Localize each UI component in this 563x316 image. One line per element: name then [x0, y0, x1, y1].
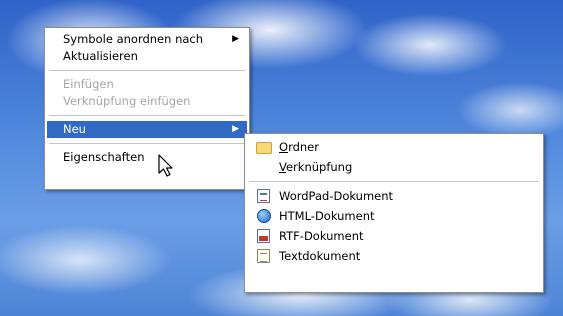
folder-icon — [256, 142, 272, 154]
text-document-icon — [257, 249, 270, 263]
menu-item-paste: Einfügen — [47, 76, 247, 93]
menu-item-properties[interactable]: Eigenschaften — [47, 149, 247, 166]
menu-item-label: erknüpfung — [285, 160, 353, 174]
new-submenu: Ordner Verknüpfung WordPad-Dokument HTML… — [244, 133, 544, 293]
menu-item-refresh[interactable]: Aktualisieren — [47, 48, 247, 65]
menu-item-label: Aktualisieren — [63, 49, 138, 63]
mouse-cursor-icon — [158, 154, 173, 177]
menu-item-label: Symbole anordnen nach — [63, 32, 204, 46]
submenu-item-folder[interactable]: Ordner — [247, 137, 541, 157]
menu-separator — [49, 70, 245, 71]
menu-item-paste-shortcut: Verknüpfung einfügen — [47, 93, 247, 110]
menu-item-label: rdner — [288, 140, 319, 154]
wordpad-document-icon — [257, 189, 270, 203]
menu-item-new[interactable]: Neu ▶ — [47, 121, 247, 138]
desktop-context-menu: Symbole anordnen nach ▶ Aktualisieren Ei… — [44, 27, 250, 190]
menu-item-label: HTML-Dokument — [279, 209, 375, 223]
menu-separator — [49, 143, 245, 144]
menu-item-mnemonic: O — [279, 140, 289, 154]
menu-separator — [49, 115, 245, 116]
submenu-item-wordpad-document[interactable]: WordPad-Dokument — [247, 186, 541, 206]
menu-item-label: Verknüpfung einfügen — [63, 94, 191, 108]
menu-item-label: Eigenschaften — [63, 150, 145, 164]
rtf-document-icon — [257, 229, 270, 243]
menu-item-label: Neu — [63, 122, 86, 136]
menu-item-mnemonic: V — [279, 160, 286, 174]
menu-item-label: RTF-Dokument — [279, 229, 364, 243]
html-document-icon — [257, 209, 271, 223]
submenu-arrow-icon: ▶ — [232, 124, 239, 134]
submenu-item-rtf-document[interactable]: RTF-Dokument — [247, 226, 541, 246]
submenu-arrow-icon: ▶ — [232, 34, 239, 44]
submenu-item-text-document[interactable]: Textdokument — [247, 246, 541, 266]
submenu-item-shortcut[interactable]: Verknüpfung — [247, 157, 541, 177]
menu-item-label: Textdokument — [279, 249, 361, 263]
menu-item-label: WordPad-Dokument — [279, 189, 394, 203]
menu-item-arrange-icons[interactable]: Symbole anordnen nach ▶ — [47, 31, 247, 48]
menu-item-label: Einfügen — [63, 77, 114, 91]
submenu-item-html-document[interactable]: HTML-Dokument — [247, 206, 541, 226]
menu-separator — [249, 181, 539, 182]
